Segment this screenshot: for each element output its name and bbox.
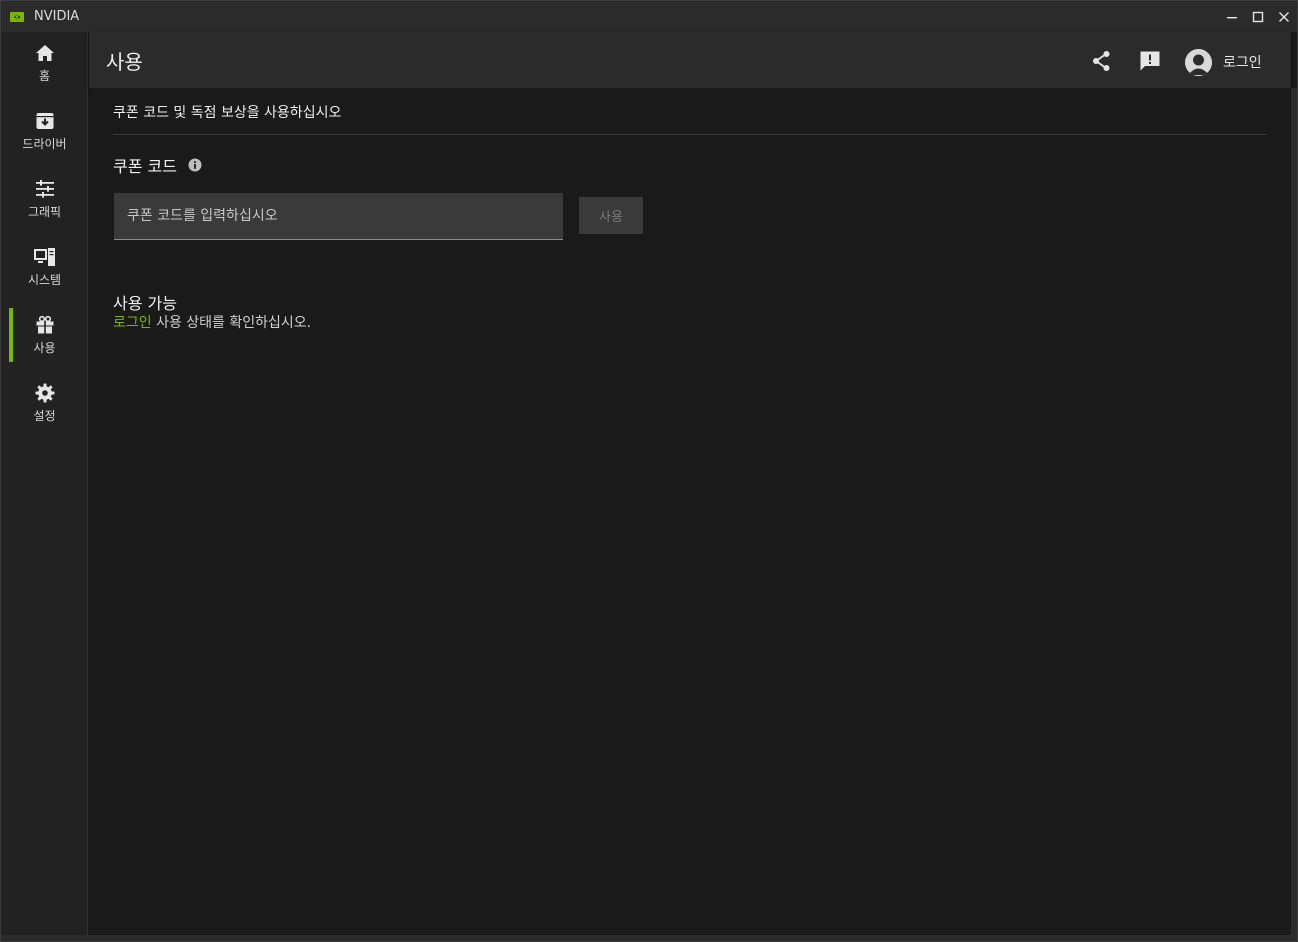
login-button[interactable]: 로그인: [1185, 48, 1262, 76]
sidebar-item-system[interactable]: 시스템: [1, 236, 88, 304]
computer-icon: [33, 246, 56, 268]
maximize-button[interactable]: [1245, 1, 1271, 32]
share-icon: [1093, 51, 1110, 71]
sidebar-item-settings[interactable]: 설정: [1, 372, 88, 440]
sidebar-item-label: 그래픽: [27, 205, 62, 219]
close-icon: [1279, 11, 1289, 22]
available-status: 로그인 사용 상태를 확인하십시오.: [113, 312, 311, 332]
page-subtitle: 쿠폰 코드 및 독점 보상을 사용하십시오: [113, 105, 342, 121]
sidebar-item-label: 설정: [33, 409, 56, 423]
window-controls: [1219, 1, 1297, 32]
bottom-edge: [1, 935, 1297, 941]
avatar-icon: [1185, 48, 1212, 76]
sidebar-item-label: 시스템: [27, 273, 62, 287]
page-title: 사용: [106, 50, 143, 74]
app-window: NVIDIA 홈 드라이버 그래픽 시스템 사용 설정 사용 로그인 쿠폰 코드…: [0, 0, 1298, 942]
sidebar: 홈 드라이버 그래픽 시스템 사용 설정: [1, 32, 88, 935]
main-content: 쿠폰 코드 및 독점 보상을 사용하십시오 쿠폰 코드 사용 사용 가능 로그인…: [89, 88, 1291, 935]
sidebar-item-drivers[interactable]: 드라이버: [1, 100, 88, 168]
gear-icon: [34, 382, 56, 404]
sidebar-item-label: 드라이버: [22, 137, 67, 151]
nvidia-logo-icon: [10, 11, 24, 22]
title-bar: NVIDIA: [1, 1, 1297, 32]
app-title: NVIDIA: [34, 9, 80, 24]
login-label: 로그인: [1223, 55, 1262, 71]
driver-download-icon: [34, 110, 56, 132]
right-edge: [1291, 88, 1297, 935]
info-icon[interactable]: [188, 158, 202, 172]
sidebar-item-home[interactable]: 홈: [1, 32, 88, 100]
coupon-code-input[interactable]: [114, 193, 563, 240]
minimize-button[interactable]: [1219, 1, 1245, 32]
coupon-section-title: 쿠폰 코드: [113, 157, 177, 176]
home-icon: [34, 42, 56, 64]
sidebar-item-label: 사용: [33, 341, 56, 355]
feedback-button[interactable]: [1137, 48, 1163, 74]
available-status-text: 사용 상태를 확인하십시오.: [151, 315, 312, 331]
divider: [113, 134, 1267, 135]
sidebar-item-redeem[interactable]: 사용: [1, 304, 88, 372]
gift-icon: [34, 314, 56, 336]
share-button[interactable]: [1089, 48, 1115, 74]
redeem-button[interactable]: 사용: [579, 197, 643, 234]
page-header: 사용 로그인: [89, 32, 1291, 88]
sidebar-item-label: 홈: [38, 69, 51, 83]
available-section-title: 사용 가능: [113, 294, 177, 313]
sidebar-item-graphics[interactable]: 그래픽: [1, 168, 88, 236]
sliders-icon: [34, 178, 56, 200]
feedback-icon: [1140, 51, 1160, 71]
login-link[interactable]: 로그인: [113, 315, 152, 331]
close-button[interactable]: [1271, 1, 1297, 32]
minimize-icon: [1227, 16, 1237, 18]
coupon-section-header: 쿠폰 코드: [113, 153, 202, 177]
maximize-icon: [1252, 11, 1264, 22]
